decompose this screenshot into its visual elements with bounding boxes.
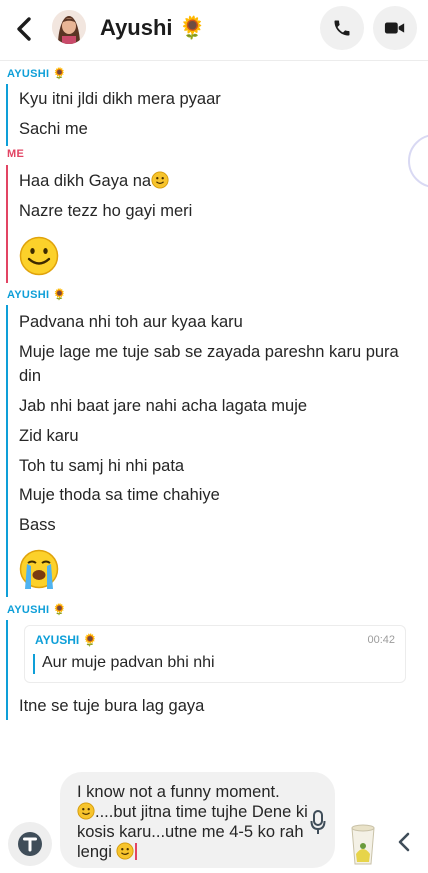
message-text[interactable]: Kyu itni jldi dikh mera pyaar <box>19 87 404 111</box>
microphone-icon[interactable] <box>310 810 326 836</box>
quoted-sender: AYUSHI 🌻 <box>35 633 98 647</box>
sender-label: AYUSHI 🌻 <box>7 604 67 616</box>
sender-label: AYUSHI 🌻 <box>7 68 67 80</box>
message-list[interactable]: AYUSHI 🌻 Kyu itni jldi dikh mera pyaar S… <box>0 60 428 766</box>
message-text-content: Haa dikh Gaya na <box>19 172 152 190</box>
phone-icon <box>334 20 350 36</box>
smiling-face-icon[interactable] <box>19 236 59 276</box>
message-input-text[interactable]: I know not a funny moment. ....but jitna… <box>77 782 327 862</box>
message-text[interactable]: Haa dikh Gaya na <box>19 169 404 193</box>
expand-chevron-icon[interactable] <box>397 832 411 852</box>
message-input[interactable]: I know not a funny moment. ....but jitna… <box>60 772 335 868</box>
cup-sticker-icon[interactable] <box>349 820 377 866</box>
message-group-bar <box>6 84 8 146</box>
message-text[interactable]: Muje thoda sa time chahiye <box>19 483 404 507</box>
quoted-text: Aur muje padvan bhi nhi <box>42 654 215 671</box>
composer-bar: I know not a funny moment. ....but jitna… <box>0 766 428 873</box>
quoted-reply[interactable]: AYUSHI 🌻 00:42 Aur muje padvan bhi nhi <box>24 625 406 683</box>
message-text[interactable]: Sachi me <box>19 117 404 141</box>
chat-header: Ayushi 🌻 <box>0 0 428 61</box>
message-group-bar <box>6 305 8 597</box>
quoted-bar <box>33 654 35 674</box>
input-text-part1: I know not a funny moment. <box>77 783 280 801</box>
message-text[interactable]: Bass <box>19 513 404 537</box>
back-chevron-icon[interactable] <box>14 16 36 42</box>
slight-smile-emoji-icon <box>77 802 95 820</box>
contact-name[interactable]: Ayushi 🌻 <box>100 15 206 41</box>
contact-avatar[interactable] <box>52 10 86 44</box>
message-text[interactable]: Itne se tuje bura lag gaya <box>19 694 404 718</box>
side-badge-icon <box>408 134 428 188</box>
message-group-bar <box>6 620 8 720</box>
message-text[interactable]: Muje lage me tuje sab se zayada pareshn … <box>19 340 404 388</box>
sender-label: ME <box>7 148 25 160</box>
message-text[interactable]: Zid karu <box>19 424 404 448</box>
message-group-bar <box>6 165 8 283</box>
text-tool-button[interactable] <box>8 822 52 866</box>
quoted-timestamp: 00:42 <box>367 634 395 646</box>
message-text[interactable]: Padvana nhi toh aur kyaa karu <box>19 310 404 334</box>
video-camera-icon <box>384 22 405 34</box>
message-text[interactable]: Nazre tezz ho gayi meri <box>19 199 404 223</box>
slight-smile-emoji-icon <box>151 171 169 189</box>
slight-smile-emoji-icon <box>116 842 135 860</box>
sender-label: AYUSHI 🌻 <box>7 289 67 301</box>
loudly-crying-face-icon[interactable] <box>19 549 59 591</box>
message-text[interactable]: Jab nhi baat jare nahi acha lagata muje <box>19 394 404 418</box>
call-button[interactable] <box>320 6 364 50</box>
text-t-icon <box>18 832 42 856</box>
text-cursor <box>135 843 138 860</box>
video-call-button[interactable] <box>373 6 417 50</box>
input-text-part2: ....but jitna time tujhe Dene ki kosis k… <box>77 803 313 861</box>
message-text[interactable]: Toh tu samj hi nhi pata <box>19 454 404 478</box>
